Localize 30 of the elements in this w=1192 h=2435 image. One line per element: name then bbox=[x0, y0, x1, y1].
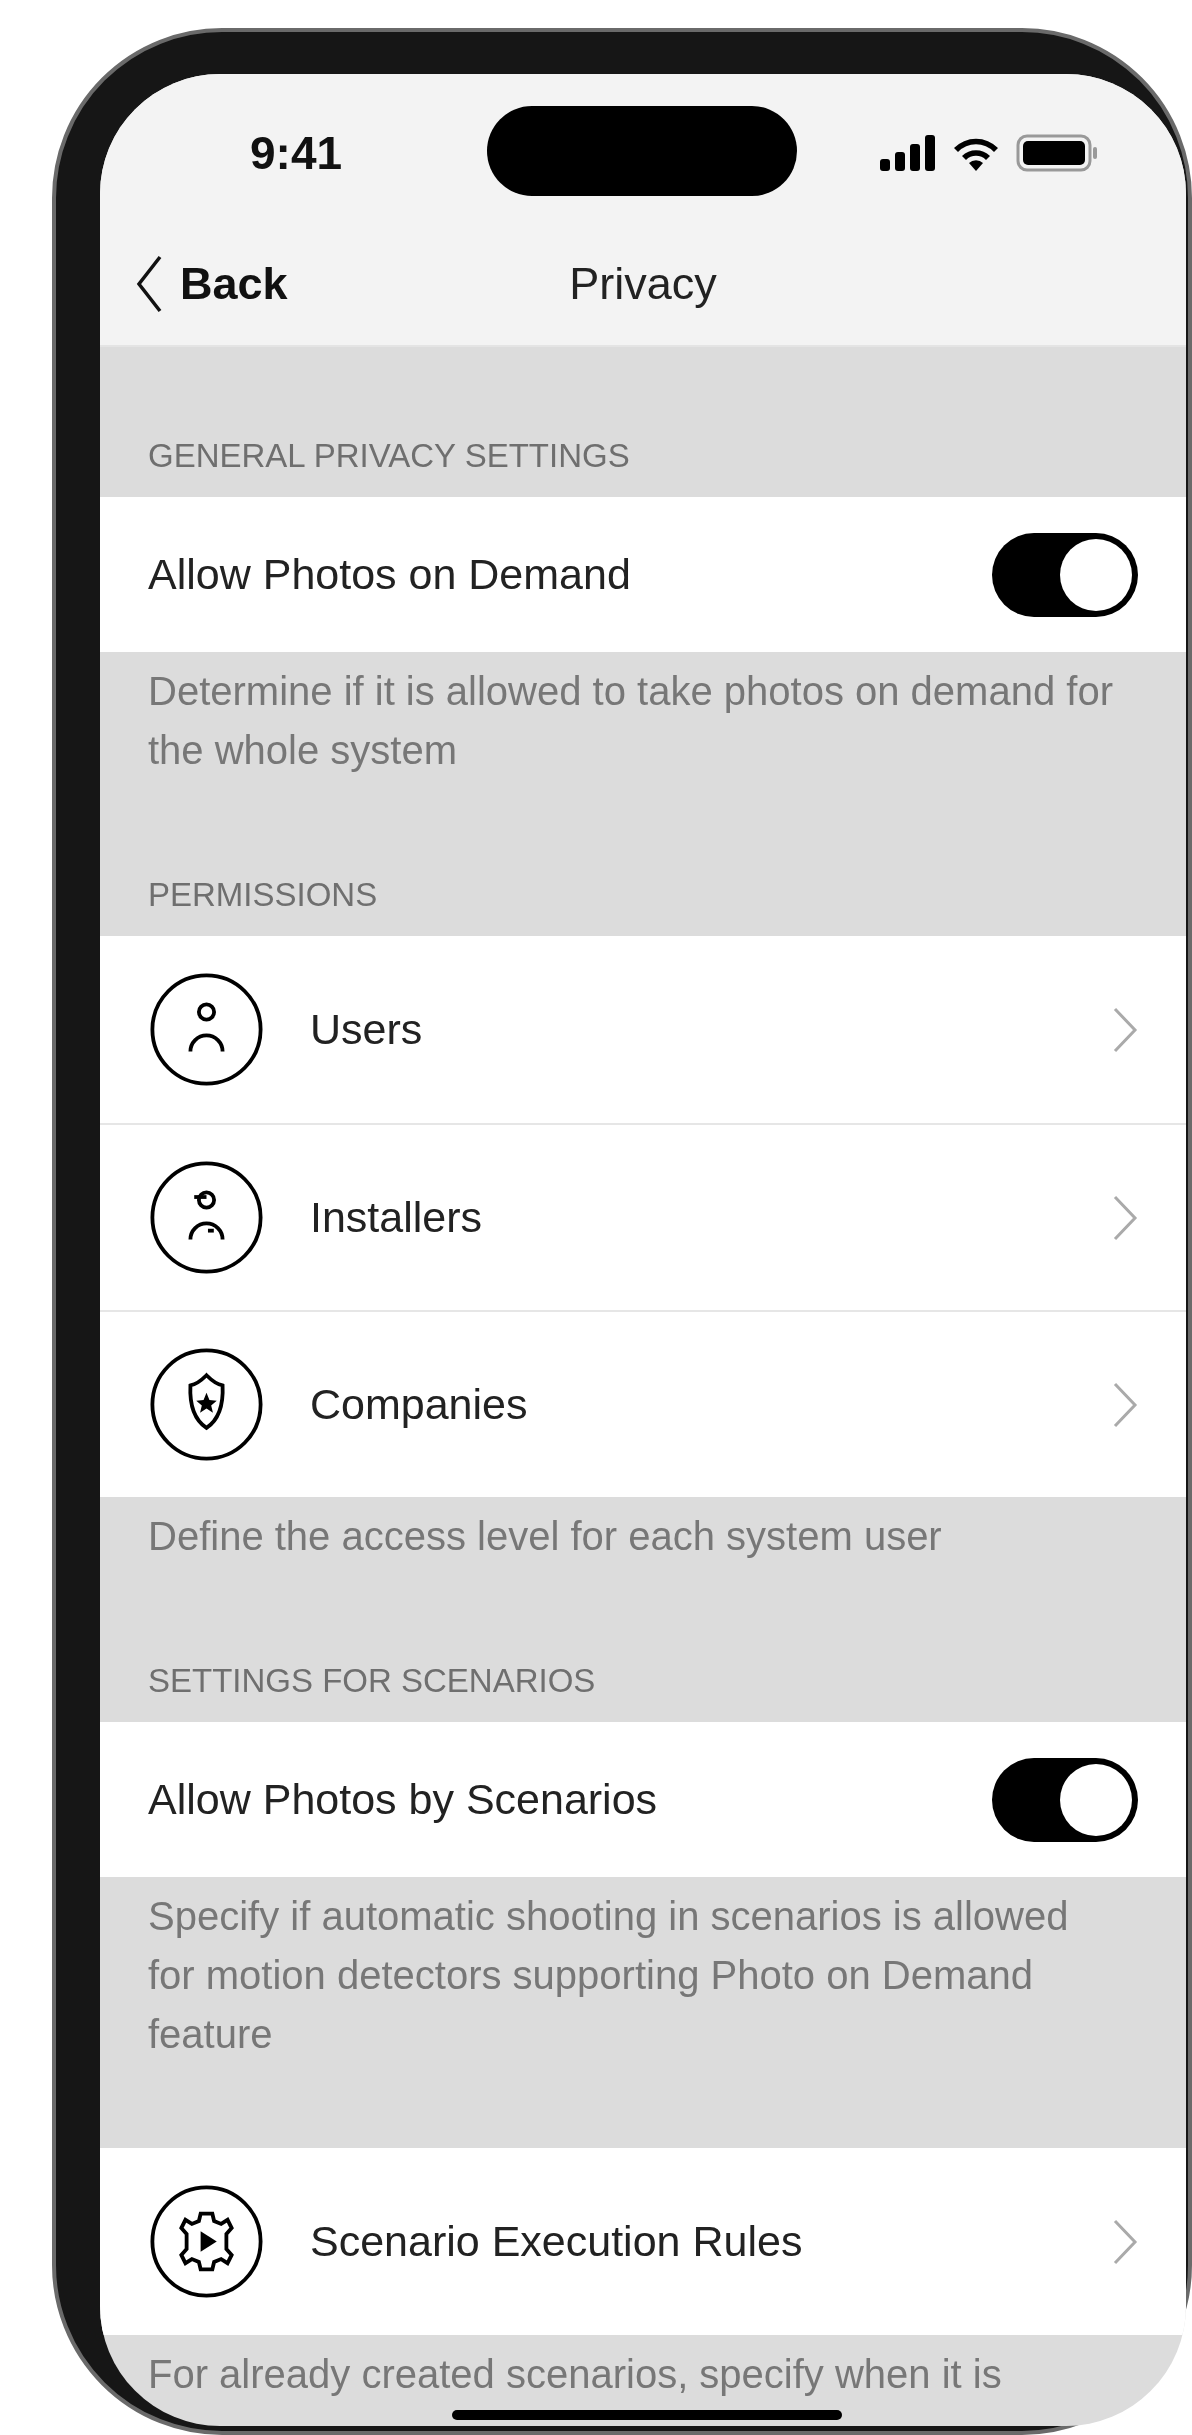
chevron-right-icon bbox=[1112, 2217, 1138, 2266]
row-label: Installers bbox=[310, 1193, 484, 1242]
row-label: Allow Photos by Scenarios bbox=[148, 1775, 659, 1824]
section-description: Define the access level for each system user bbox=[147, 1513, 943, 1560]
battery-icon bbox=[1016, 134, 1098, 172]
screen-title: Privacy bbox=[569, 257, 717, 310]
person-with-cap-icon bbox=[148, 1159, 265, 1276]
section-description: Specify if automatic shooting in scenarios is allowed for motion detectors supporting Photo on Demand feature bbox=[147, 1893, 1070, 2058]
row-label: Allow Photos on Demand bbox=[148, 550, 632, 599]
person-icon bbox=[148, 971, 265, 1088]
chevron-right-icon bbox=[1112, 1005, 1138, 1054]
status-time: 9:41 bbox=[250, 126, 343, 180]
row-label: Companies bbox=[310, 1380, 529, 1429]
section-description: For already created scenarios, specify when it is bbox=[147, 2351, 1003, 2398]
list-item[interactable]: Users bbox=[100, 936, 1186, 1123]
chevron-right-icon bbox=[1112, 1380, 1138, 1429]
section-header: PERMISSIONS bbox=[147, 875, 379, 915]
row-label: Scenario Execution Rules bbox=[310, 2217, 804, 2266]
row-label: Users bbox=[310, 1005, 424, 1054]
list-item[interactable]: Scenario Execution Rules bbox=[100, 2148, 1186, 2335]
section-description: Determine if it is allowed to take photos on demand for the whole system bbox=[147, 668, 1114, 774]
list-item[interactable]: Installers bbox=[100, 1123, 1186, 1310]
list-item[interactable]: Companies bbox=[100, 1310, 1186, 1497]
chevron-right-icon bbox=[1112, 1193, 1138, 1242]
gear-play-icon bbox=[148, 2183, 265, 2300]
back-button[interactable]: Back bbox=[136, 254, 288, 313]
section-header: SETTINGS FOR SCENARIOS bbox=[147, 1661, 597, 1701]
section-header: GENERAL PRIVACY SETTINGS bbox=[147, 436, 631, 476]
signal-icon bbox=[880, 135, 936, 171]
chevron-left-icon bbox=[136, 254, 162, 313]
